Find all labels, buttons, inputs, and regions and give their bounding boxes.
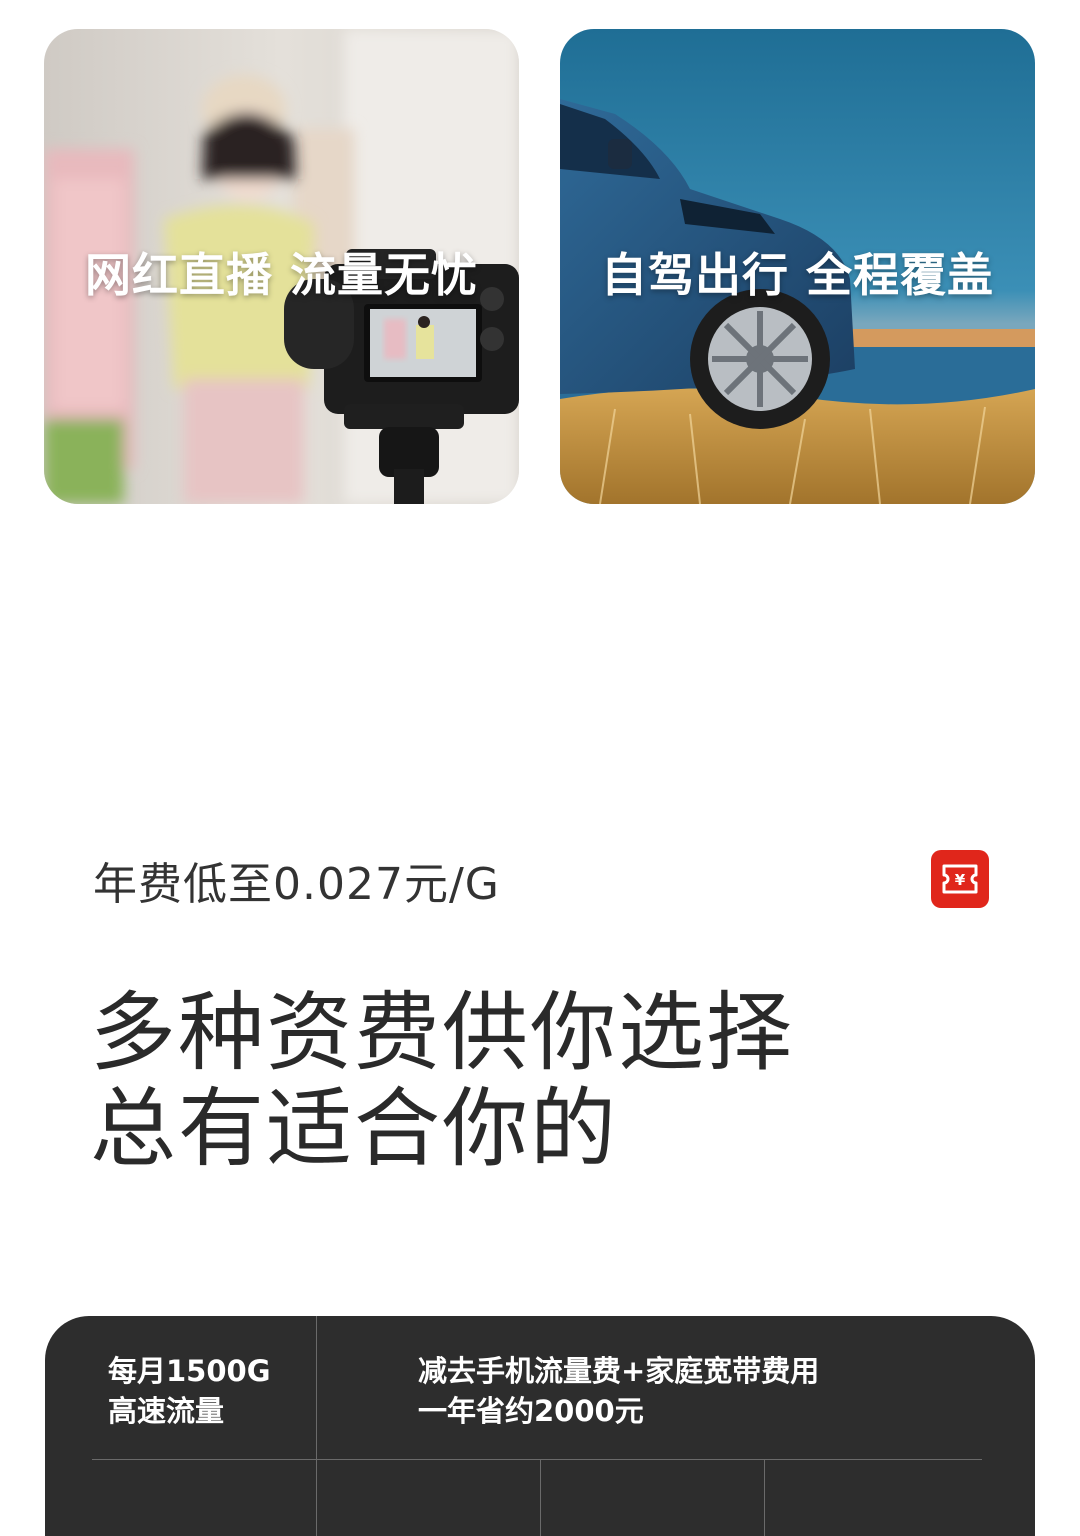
feature-cell: 每月1500G 高速流量 <box>108 1351 271 1431</box>
benefit-table: 每月1500G 高速流量 减去手机流量费+家庭宽带费用 一年省约2000元 <box>45 1316 1035 1536</box>
feature-line-1: 每月1500G <box>108 1354 271 1388</box>
column-divider <box>764 1459 765 1536</box>
yuan-ticket-icon: ¥ <box>931 850 989 908</box>
annual-rate-text: 年费低至0.027元/G <box>93 859 500 910</box>
saving-cell: 减去手机流量费+家庭宽带费用 一年省约2000元 <box>418 1351 819 1431</box>
live-streaming-caption: 网红直播 流量无忧 <box>84 248 478 302</box>
svg-text:¥: ¥ <box>955 871 966 889</box>
saving-line-1: 减去手机流量费+家庭宽带费用 <box>418 1354 820 1388</box>
saving-line-2: 一年省约2000元 <box>418 1394 644 1428</box>
plans-headline: 多种资费供你选择 总有适合你的 <box>90 985 794 1177</box>
headline-line-1: 多种资费供你选择 <box>90 983 794 1083</box>
column-divider <box>316 1316 317 1536</box>
road-trip-caption: 自驾出行 全程覆盖 <box>600 248 994 302</box>
feature-line-2: 高速流量 <box>108 1394 225 1428</box>
live-streaming-card[interactable]: 网红直播 流量无忧 <box>44 29 519 504</box>
row-divider <box>92 1459 982 1460</box>
road-trip-card[interactable]: 自驾出行 全程覆盖 <box>560 29 1035 504</box>
column-divider <box>540 1459 541 1536</box>
headline-line-2: 总有适合你的 <box>90 1079 618 1179</box>
